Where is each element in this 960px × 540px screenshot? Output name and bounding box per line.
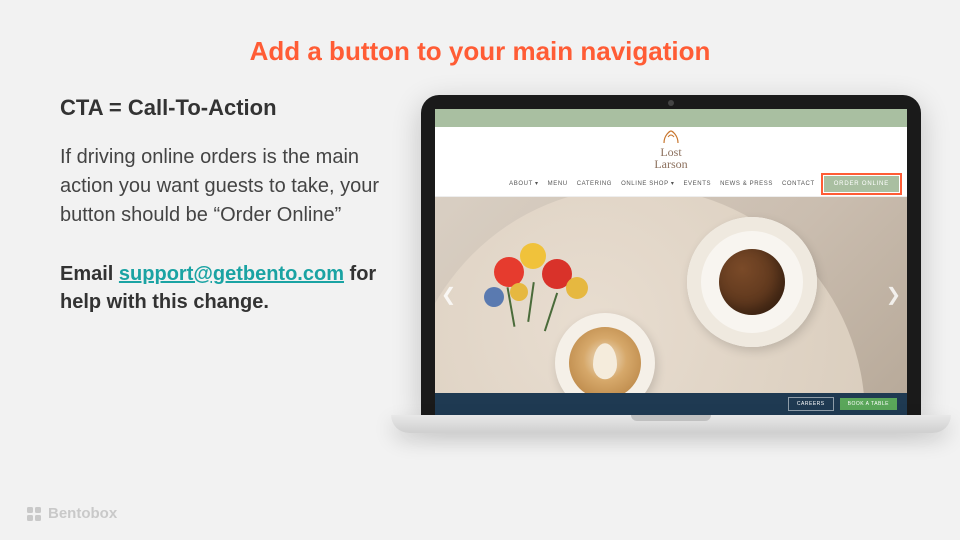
logo-mark-icon bbox=[662, 129, 680, 145]
brand-text: Bentobox bbox=[48, 505, 117, 522]
carousel-next-icon[interactable]: ❯ bbox=[886, 285, 901, 306]
carousel-prev-icon[interactable]: ❮ bbox=[441, 285, 456, 306]
nav-shop[interactable]: ONLINE SHOP ▾ bbox=[621, 180, 674, 187]
laptop-screen: Lost Larson ABOUT ▾ MENU CATERING ONLINE… bbox=[421, 95, 921, 415]
pastry-plate bbox=[687, 217, 817, 347]
latte-art bbox=[569, 327, 641, 393]
nav-events[interactable]: EVENTS bbox=[683, 181, 711, 187]
slide-title: Add a button to your main navigation bbox=[0, 0, 960, 67]
nav-contact[interactable]: CONTACT bbox=[782, 181, 815, 187]
bentobox-logo-icon bbox=[26, 506, 42, 522]
footer-bar: CAREERS BOOK A TABLE bbox=[435, 393, 907, 415]
body-text: If driving online orders is the main act… bbox=[60, 143, 390, 230]
main-nav: ABOUT ▾ MENU CATERING ONLINE SHOP ▾ EVEN… bbox=[435, 171, 907, 197]
announcement-bar bbox=[435, 109, 907, 127]
logo-line1: Lost bbox=[654, 146, 687, 158]
laptop-mockup: Lost Larson ABOUT ▾ MENU CATERING ONLINE… bbox=[421, 95, 921, 433]
order-online-button[interactable]: ORDER ONLINE bbox=[824, 176, 899, 192]
brand-watermark: Bentobox bbox=[26, 505, 117, 522]
text-column: CTA = Call-To-Action If driving online o… bbox=[60, 95, 390, 433]
logo-line2: Larson bbox=[654, 158, 687, 170]
website-screenshot: Lost Larson ABOUT ▾ MENU CATERING ONLINE… bbox=[435, 109, 907, 415]
site-logo: Lost Larson bbox=[654, 129, 687, 170]
book-table-chip[interactable]: BOOK A TABLE bbox=[840, 398, 897, 410]
careers-chip[interactable]: CAREERS bbox=[788, 397, 834, 411]
help-text: Email support@getbento.com for help with… bbox=[60, 260, 390, 316]
pastry bbox=[719, 249, 785, 315]
nav-catering[interactable]: CATERING bbox=[577, 181, 612, 187]
nav-news[interactable]: NEWS & PRESS bbox=[720, 181, 773, 187]
nav-menu[interactable]: MENU bbox=[548, 181, 568, 187]
nav-about[interactable]: ABOUT ▾ bbox=[509, 180, 538, 187]
subheading: CTA = Call-To-Action bbox=[60, 95, 390, 121]
logo-row: Lost Larson bbox=[435, 127, 907, 171]
support-email-link[interactable]: support@getbento.com bbox=[119, 263, 344, 285]
mockup-column: Lost Larson ABOUT ▾ MENU CATERING ONLINE… bbox=[418, 95, 924, 433]
help-prefix: Email bbox=[60, 263, 119, 285]
content-row: CTA = Call-To-Action If driving online o… bbox=[0, 67, 960, 433]
camera-dot bbox=[668, 100, 674, 106]
hero-image: ❮ ❯ bbox=[435, 197, 907, 393]
laptop-base bbox=[391, 415, 951, 433]
